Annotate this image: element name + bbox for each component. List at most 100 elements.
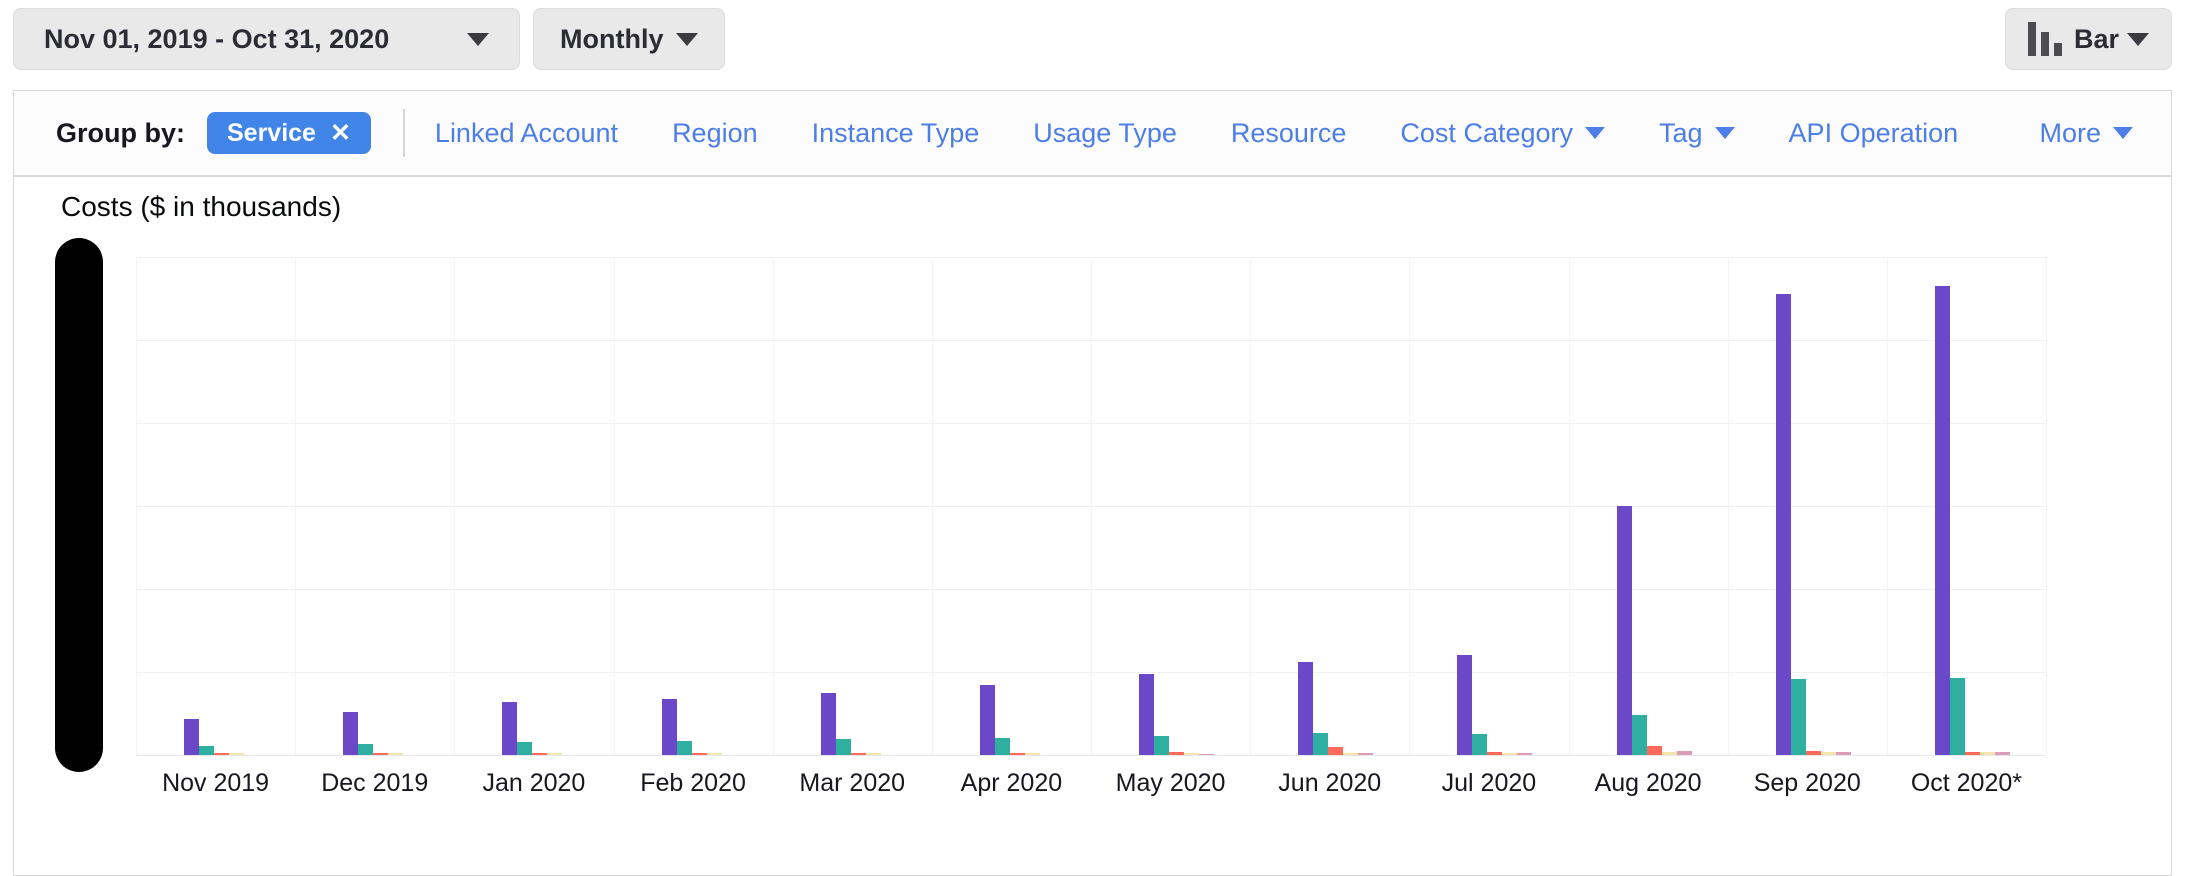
redaction-overlay xyxy=(55,238,103,772)
bar-series-purple xyxy=(1139,674,1154,755)
group-by-link-tag[interactable]: Tag xyxy=(1659,118,1735,149)
chart-type-dropdown[interactable]: Bar xyxy=(2005,8,2172,70)
bar-series-salmon xyxy=(1487,752,1502,755)
bar-series-yellow xyxy=(1821,752,1836,755)
chip-label: Service xyxy=(227,119,316,148)
gridline-vertical xyxy=(1409,257,1410,755)
bar-series-teal xyxy=(1472,734,1487,755)
bar-series-purple xyxy=(502,702,517,755)
x-axis-label: Dec 2019 xyxy=(295,769,454,798)
bar-series-yellow xyxy=(1662,752,1677,755)
link-label: Region xyxy=(672,118,758,149)
bar-series-teal xyxy=(1791,679,1806,755)
bar-series-purple xyxy=(1776,294,1791,755)
x-axis-label: Apr 2020 xyxy=(932,769,1091,798)
cost-chart-panel: Costs ($ in thousands) Nov 2019Dec 2019J… xyxy=(13,176,2172,876)
bar-series-salmon xyxy=(373,753,388,755)
top-toolbar: Nov 01, 2019 - Oct 31, 2020 Monthly Bar xyxy=(0,0,2186,80)
bar-group-aug-2020 xyxy=(1617,506,1692,755)
chevron-down-icon xyxy=(1715,127,1735,139)
group-by-link-more[interactable]: More xyxy=(2039,118,2133,149)
bar-series-teal xyxy=(995,738,1010,755)
gridline-vertical xyxy=(295,257,296,755)
gridline-vertical xyxy=(1569,257,1570,755)
group-by-label: Group by: xyxy=(56,118,185,149)
bar-group-dec-2019 xyxy=(343,712,418,755)
gridline-vertical xyxy=(1887,257,1888,755)
group-by-link-linked-account[interactable]: Linked Account xyxy=(435,118,618,149)
bar-series-yellow xyxy=(547,753,562,755)
x-axis-label: Jan 2020 xyxy=(454,769,613,798)
bar-group-sep-2020 xyxy=(1776,294,1851,755)
link-label: Linked Account xyxy=(435,118,618,149)
bar-series-yellow xyxy=(388,753,403,755)
bar-series-yellow xyxy=(1025,753,1040,755)
bar-chart-icon xyxy=(2028,22,2062,56)
group-by-links: Linked Account Region Instance Type Usage T… xyxy=(435,118,1958,149)
bar-series-salmon xyxy=(1647,746,1662,755)
granularity-label: Monthly xyxy=(560,24,663,55)
divider xyxy=(403,109,405,157)
gridline-vertical xyxy=(773,257,774,755)
gridline-vertical xyxy=(1091,257,1092,755)
bar-series-purple xyxy=(1935,286,1950,755)
x-axis-label: Nov 2019 xyxy=(136,769,295,798)
bar-series-salmon xyxy=(1965,752,1980,755)
group-by-link-instance-type[interactable]: Instance Type xyxy=(812,118,980,149)
bar-series-yellow xyxy=(1502,753,1517,755)
bar-chart-plot: Nov 2019Dec 2019Jan 2020Feb 2020Mar 2020… xyxy=(14,177,2171,875)
link-label: Resource xyxy=(1231,118,1347,149)
bar-series-teal xyxy=(836,739,851,755)
chevron-down-icon xyxy=(2127,33,2149,46)
gridline-vertical xyxy=(2046,257,2047,755)
bar-group-jun-2020 xyxy=(1298,662,1373,755)
bar-series-purple xyxy=(1617,506,1632,755)
bar-series-yellow xyxy=(866,753,881,755)
group-by-link-usage-type[interactable]: Usage Type xyxy=(1033,118,1177,149)
gridline-vertical xyxy=(1728,257,1729,755)
date-range-dropdown[interactable]: Nov 01, 2019 - Oct 31, 2020 xyxy=(13,8,520,70)
group-by-toolbar: Group by: Service ✕ Linked Account Region… xyxy=(13,90,2172,176)
x-axis-label: Aug 2020 xyxy=(1569,769,1728,798)
bar-series-teal xyxy=(358,744,373,755)
bar-series-pink xyxy=(1358,753,1373,755)
bar-series-yellow xyxy=(1184,753,1199,755)
bar-group-nov-2019 xyxy=(184,719,259,755)
link-label: API Operation xyxy=(1789,118,1959,149)
bar-series-salmon xyxy=(532,753,547,755)
group-by-link-cost-category[interactable]: Cost Category xyxy=(1400,118,1605,149)
bar-series-teal xyxy=(517,742,532,755)
bar-series-teal xyxy=(199,746,214,755)
bar-series-salmon xyxy=(1010,753,1025,755)
bar-series-salmon xyxy=(692,753,707,755)
bar-series-pink xyxy=(1199,754,1214,755)
chevron-down-icon xyxy=(676,33,698,46)
x-axis-label: Jul 2020 xyxy=(1409,769,1568,798)
bar-series-purple xyxy=(343,712,358,755)
bar-series-purple xyxy=(821,693,836,755)
bar-series-yellow xyxy=(1980,752,1995,755)
group-by-link-api-operation[interactable]: API Operation xyxy=(1789,118,1959,149)
close-icon[interactable]: ✕ xyxy=(330,118,351,148)
x-axis-label: Oct 2020* xyxy=(1887,769,2046,798)
bar-group-apr-2020 xyxy=(980,685,1055,755)
date-range-label: Nov 01, 2019 - Oct 31, 2020 xyxy=(44,24,389,55)
gridline-vertical xyxy=(136,257,137,755)
link-label: Usage Type xyxy=(1033,118,1177,149)
group-by-link-region[interactable]: Region xyxy=(672,118,758,149)
x-axis-label: Sep 2020 xyxy=(1728,769,1887,798)
gridline-vertical xyxy=(932,257,933,755)
bar-series-pink xyxy=(1995,752,2010,755)
bar-series-purple xyxy=(184,719,199,755)
bar-series-salmon xyxy=(1169,752,1184,755)
chevron-down-icon xyxy=(2113,127,2133,139)
x-axis-label: Feb 2020 xyxy=(614,769,773,798)
group-by-chip-service[interactable]: Service ✕ xyxy=(207,112,371,154)
group-by-link-resource[interactable]: Resource xyxy=(1231,118,1347,149)
granularity-dropdown[interactable]: Monthly xyxy=(533,8,725,70)
bar-series-purple xyxy=(980,685,995,755)
x-axis-label: Mar 2020 xyxy=(773,769,932,798)
bar-series-purple xyxy=(1298,662,1313,755)
bar-group-oct-2020 xyxy=(1935,286,2010,755)
bar-series-teal xyxy=(677,741,692,755)
